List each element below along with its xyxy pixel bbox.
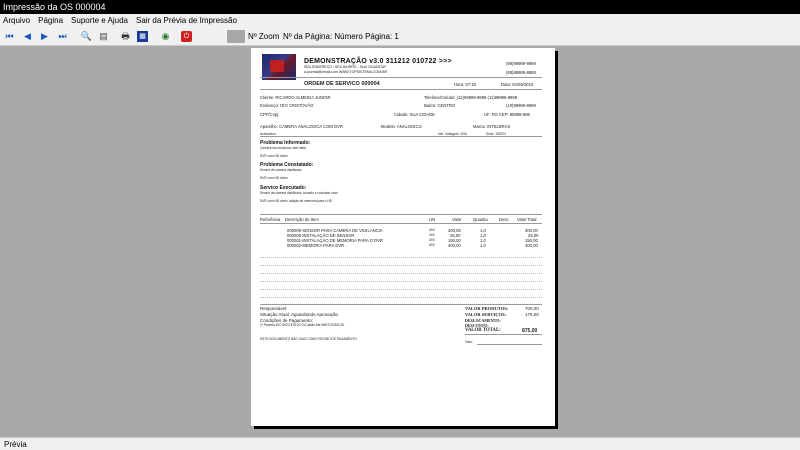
problema-informado-1: Camera nao funciona, sem ideia <box>260 146 306 150</box>
os-title: ORDEM DE SERVICO 000004 <box>304 81 380 87</box>
toolbar: ⏮ ◀ ▶ ⏭ 🔍 ▤ 🖶 ▦ ◉ ⏻ Nº Zoom Nº da Página… <box>0 27 800 46</box>
export-icon[interactable]: ▦ <box>137 31 148 42</box>
endereco: Endereço: RIO CRISTOVÃO <box>260 103 314 108</box>
close-icon[interactable]: ⏻ <box>181 31 192 42</box>
menu-arquivo[interactable]: Arquivo <box>3 14 30 27</box>
print-icon[interactable]: 🖶 <box>120 31 131 42</box>
status-bar: Prévia <box>0 437 800 450</box>
menu-suporte[interactable]: Suporte e Ajuda <box>71 14 128 27</box>
company-email: a.jourmal@email.com WWW.TOPSISTEMA.COM.B… <box>304 70 388 74</box>
last-page-icon[interactable]: ⏭ <box>57 31 68 42</box>
company-phone-2: (88)88888-8888 <box>506 70 536 75</box>
visto-label: Visto: <box>465 340 473 344</box>
company-address: SEU ENDEREÇO / SEU BAIRRO - SUA CIDADE/U… <box>304 65 387 69</box>
first-page-icon[interactable]: ⏮ <box>4 31 15 42</box>
marca: Marca: INTELBRAS <box>473 124 511 129</box>
zoom-label: Nº Zoom <box>248 32 280 41</box>
problema-constatado-2: DVR com HD cheio <box>260 176 288 180</box>
bairro: Bairro: CENTRO <box>424 103 456 108</box>
footer-note: ESTE DOCUMENTO NÃO VALE COMO RECIBO DE P… <box>260 337 357 341</box>
col-valor: Valor <box>452 217 462 222</box>
cpf: CPF/Cnpj: <box>260 112 280 117</box>
cidade: Cidade: SUA CIDADE <box>394 112 435 117</box>
problema-constatado-1: Sensor de camera danificado <box>260 168 302 172</box>
cliente: Cliente: RICARDO ALMEIDA JUNIOR <box>260 95 331 100</box>
zoom-icon[interactable]: 🔍 <box>81 31 92 42</box>
menu-sair[interactable]: Sair da Prévia de Impressão <box>136 14 237 27</box>
print-preview-page: DEMONSTRAÇÃO v3.0 311212 010722 >>> SEU … <box>251 48 555 426</box>
web-icon[interactable]: ◉ <box>160 31 171 42</box>
col-quantia: Quantia <box>473 217 488 222</box>
valor-servicos: 175,00 <box>525 312 539 317</box>
situacao: Situação Atual: Aguardando Aprovação <box>260 312 339 317</box>
company-name: DEMONSTRAÇÃO v3.0 311212 010722 >>> <box>304 58 452 65</box>
responsavel: Responsável: <box>260 306 288 311</box>
telefone-3: (10)99999-9999 <box>506 103 536 108</box>
valor-produtos-label: VALOR PRODUTOS: <box>465 306 509 311</box>
next-page-icon[interactable]: ▶ <box>39 31 50 42</box>
page-setup-icon[interactable]: ▤ <box>98 31 109 42</box>
telefone: Telefone/Celular: (12)99999-9999 (11)999… <box>424 95 518 100</box>
aparelho: Aparelho: CAMERA ANALOGICA COM DVR <box>260 124 343 129</box>
problema-informado-2: DVR com HD cheio <box>260 154 288 158</box>
col-referencia: Referência <box>260 217 281 222</box>
valor-produtos: 700,00 <box>525 306 539 311</box>
company-phone-1: (99)99999-9999 <box>506 61 536 66</box>
col-valor-total: Valor Total <box>517 217 537 222</box>
valor-servicos-label: VALOR SERVIÇOS: <box>465 312 507 317</box>
uf-cep: UF: RS CEP: 88888-888 <box>484 112 530 117</box>
col-descricao: Descrição do Item <box>285 217 319 222</box>
prev-page-icon[interactable]: ◀ <box>22 31 33 42</box>
window-title: Impressão da OS 000004 <box>0 0 800 14</box>
col-un: UN <box>429 217 436 222</box>
zoom-input[interactable] <box>227 30 245 43</box>
data: Data: 02/09/2023 <box>501 82 534 87</box>
page-number-label: Nº da Página: Número Página: 1 <box>283 32 399 41</box>
modelo: Modelo: ANALOGICO <box>381 124 422 129</box>
menu-bar: Arquivo Página Suporte e Ajuda Sair da P… <box>0 14 800 27</box>
col-desc: Desc. <box>499 217 510 222</box>
servico-executado-1: Sensor de camera danificado, trocado e c… <box>260 191 338 195</box>
hora: Hora: 07:18 <box>454 82 476 87</box>
servico-executado-2: DVR com HD cheio, adição de memória para… <box>260 199 332 203</box>
valor-total-label: VALOR TOTAL: <box>465 328 501 333</box>
menu-pagina[interactable]: Página <box>38 14 63 27</box>
parcela: 1ª Parcela 30/7/2023 875,00 Ol.Cartão At… <box>260 323 345 327</box>
